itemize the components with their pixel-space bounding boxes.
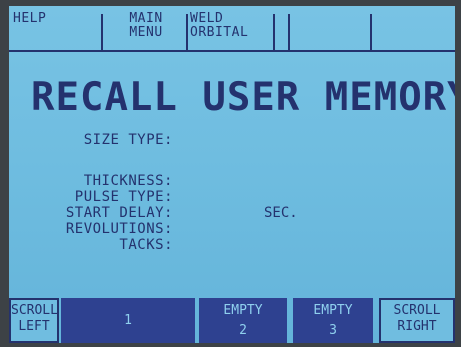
- memory-slot-2-button[interactable]: EMPTY 2: [199, 298, 287, 343]
- weld-orbital-softkey-line1: WELD: [190, 11, 224, 26]
- scroll-left-button[interactable]: SCROLL LEFT: [9, 298, 59, 343]
- memory-slot-3-line1: EMPTY: [313, 303, 353, 318]
- main-menu-softkey[interactable]: MAIN MENU: [107, 6, 185, 52]
- bottom-softkey-bar: SCROLL LEFT 1 EMPTY 2 EMPTY 3 SCROLL RIG…: [9, 298, 455, 343]
- scroll-left-line2: LEFT: [18, 319, 50, 334]
- revolutions-label: REVOLUTIONS:: [65, 221, 173, 237]
- thickness-label: THICKNESS:: [83, 173, 173, 189]
- softkey-divider: [288, 14, 290, 50]
- start-delay-label: START DELAY:: [65, 205, 173, 221]
- empty-softkey-6[interactable]: [374, 6, 454, 52]
- memory-slot-3-button[interactable]: EMPTY 3: [293, 298, 373, 343]
- weld-orbital-softkey[interactable]: WELD ORBITAL: [190, 6, 274, 52]
- size-type-label: SIZE TYPE:: [83, 132, 173, 148]
- start-delay-unit: SEC.: [264, 205, 298, 221]
- softkey-divider: [370, 14, 372, 50]
- empty-softkey-4[interactable]: [277, 6, 287, 52]
- main-menu-softkey-line2: MENU: [129, 25, 163, 40]
- pulse-type-label: PULSE TYPE:: [74, 189, 173, 205]
- top-softkey-bar: HELP MAIN MENU WELD ORBITAL: [9, 6, 455, 52]
- page-title: RECALL USER MEMORY: [31, 75, 455, 120]
- memory-slot-2-line1: EMPTY: [223, 303, 263, 318]
- empty-softkey-5[interactable]: [292, 6, 368, 52]
- lcd-screen: HELP MAIN MENU WELD ORBITAL RECALL USER …: [9, 6, 455, 343]
- top-bar-divider: [9, 50, 455, 52]
- help-softkey[interactable]: HELP: [13, 6, 99, 52]
- softkey-divider: [101, 14, 103, 50]
- scroll-right-button[interactable]: SCROLL RIGHT: [379, 298, 455, 343]
- weld-orbital-softkey-line2: ORBITAL: [190, 25, 249, 40]
- softkey-divider: [273, 14, 275, 50]
- scroll-right-line2: RIGHT: [397, 319, 437, 334]
- memory-slot-2-line2: 2: [239, 323, 247, 338]
- tacks-label: TACKS:: [119, 237, 173, 253]
- main-menu-softkey-line1: MAIN: [129, 11, 163, 26]
- memory-slot-1-line2: 1: [124, 313, 132, 328]
- scroll-left-line1: SCROLL: [11, 303, 58, 318]
- softkey-divider: [186, 14, 188, 50]
- help-softkey-label: HELP: [13, 11, 47, 26]
- scroll-right-line1: SCROLL: [393, 303, 441, 318]
- memory-slot-3-line2: 3: [329, 323, 337, 338]
- memory-slot-1-button[interactable]: 1: [61, 298, 195, 343]
